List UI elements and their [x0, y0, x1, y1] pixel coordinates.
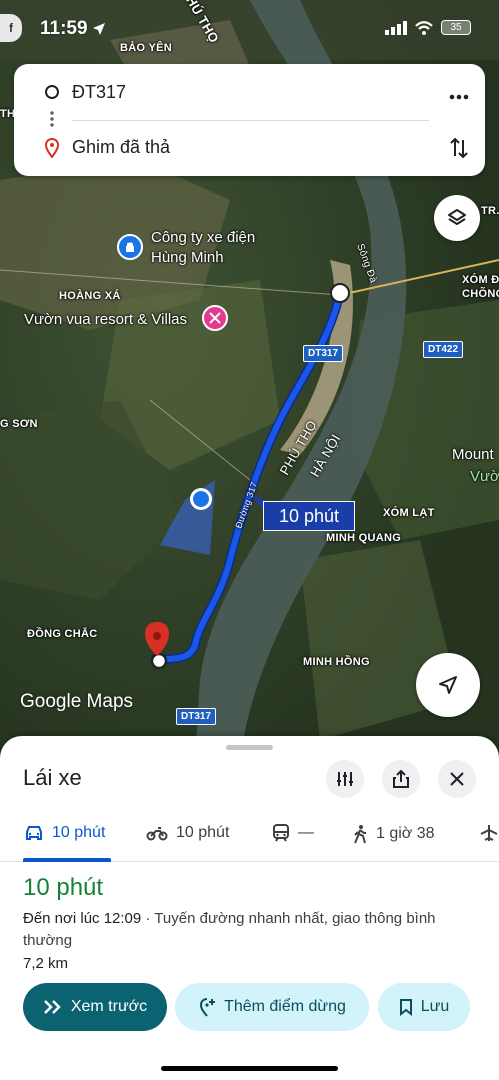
route-distance: 7,2 km [23, 955, 69, 972]
wifi-icon [415, 20, 433, 35]
signal-icon [385, 20, 407, 35]
layers-button[interactable] [434, 195, 480, 241]
car-icon [26, 826, 42, 840]
route-description: Đến nơi lúc 12:09 · Tuyến đường nhanh nh… [23, 908, 463, 952]
map-label-mount: Mount [452, 446, 494, 463]
map-label-g-son: G SƠN [0, 418, 38, 430]
transit-icon [273, 824, 289, 842]
route-dots-icon [50, 110, 54, 128]
add-stop-button[interactable]: Thêm điểm dừng [175, 983, 369, 1031]
close-button[interactable] [438, 760, 476, 798]
route-duration-label[interactable]: 10 phút [263, 501, 355, 531]
map-label-minh-hong: MINH HỒNG [303, 656, 370, 668]
origin-field[interactable]: ĐT317 [72, 82, 126, 103]
navigation-arrow-icon [439, 676, 457, 694]
directions-sheet: Lái xe 10 phút 10 phút — 1 giờ 38 10 phú… [0, 736, 499, 1080]
origin-circle-icon [45, 85, 59, 99]
tab-motorcycle-label: 10 phút [176, 824, 230, 841]
ev-charging-poi-icon[interactable] [117, 234, 143, 260]
route-options-button[interactable] [326, 760, 364, 798]
tab-walk-label: 1 giờ 38 [376, 825, 435, 842]
tune-icon [337, 772, 353, 786]
save-button[interactable]: Lưu [378, 983, 470, 1031]
tab-flight[interactable] [479, 824, 499, 842]
tab-transit-label: — [298, 824, 314, 841]
destination-pin-icon [44, 138, 60, 158]
walk-icon [354, 825, 366, 844]
poi-label-hung-minh[interactable]: Hùng Minh [151, 249, 224, 266]
motorcycle-icon [146, 827, 168, 841]
current-location-dot [193, 491, 209, 507]
location-arrow-icon [93, 23, 105, 35]
battery-indicator: 35 [441, 20, 471, 35]
map-label-xom-lat: XÓM LẠT [383, 507, 435, 519]
poi-label-vuon-vua[interactable]: Vườn vua resort & Villas [24, 311, 187, 328]
road-badge-dt422: DT422 [423, 341, 464, 358]
save-label: Lưu [420, 998, 450, 1015]
double-chevron-right-icon [43, 1000, 61, 1014]
divider [72, 120, 429, 121]
more-horiz-icon [449, 94, 469, 100]
active-tab-indicator [23, 858, 111, 862]
tab-drive[interactable]: 10 phút [24, 824, 105, 842]
share-button[interactable] [382, 760, 420, 798]
road-badge-dt317-south: DT317 [176, 708, 217, 725]
home-indicator [161, 1066, 338, 1071]
arrival-time: Đến nơi lúc 12:09 [23, 910, 142, 927]
tab-motorcycle[interactable]: 10 phút [146, 824, 229, 842]
tab-walk[interactable]: 1 giờ 38 [352, 824, 435, 844]
google-maps-logo: Google Maps [20, 691, 134, 712]
sheet-grabber[interactable] [226, 745, 273, 750]
resort-poi-icon[interactable] [202, 305, 228, 331]
destination-field[interactable]: Ghim đã thả [72, 137, 170, 158]
recenter-button[interactable] [416, 653, 480, 717]
travel-mode-tabs: 10 phút 10 phút — 1 giờ 38 [0, 814, 499, 862]
layers-icon [448, 209, 466, 225]
map-label-minh-quang: MINH QUANG [326, 532, 402, 544]
airplane-icon [480, 825, 498, 841]
preview-label: Xem trước [70, 998, 148, 1015]
map-label-dong-chac: ĐỒNG CHẮC [27, 628, 98, 640]
more-options-button[interactable] [449, 80, 469, 106]
map-label-vuon: Vườ [470, 468, 499, 485]
map-label-chong: CHÕNG [462, 288, 499, 300]
app-badge: f [0, 14, 22, 42]
status-bar: f 11:59 35 [0, 0, 499, 58]
preview-button[interactable]: Xem trước [23, 983, 167, 1031]
add-stop-label: Thêm điểm dừng [224, 998, 346, 1015]
bookmark-icon [399, 999, 412, 1016]
tab-transit[interactable]: — [272, 824, 314, 842]
map-label-tra: TR. [481, 205, 499, 217]
close-icon [450, 772, 464, 786]
swap-vertical-icon [450, 137, 468, 159]
share-icon [393, 769, 409, 788]
status-time: 11:59 [40, 18, 88, 39]
map-label-hoang-xa: HOÀNG XÁ [59, 290, 121, 302]
add-location-icon [200, 998, 216, 1017]
route-input-card: ĐT317 Ghim đã thả [14, 64, 485, 176]
tab-drive-label: 10 phút [52, 824, 106, 841]
map-label-th: TH [0, 108, 16, 120]
sheet-title: Lái xe [23, 765, 82, 790]
poi-label-cong-ty[interactable]: Công ty xe điện [151, 229, 255, 246]
swap-route-button[interactable] [449, 136, 469, 165]
route-duration[interactable]: 10 phút [23, 874, 103, 902]
road-badge-dt317: DT317 [303, 345, 344, 362]
route-origin-marker [330, 283, 350, 303]
map-label-xom-de: XÓM ĐỀ [462, 274, 499, 286]
